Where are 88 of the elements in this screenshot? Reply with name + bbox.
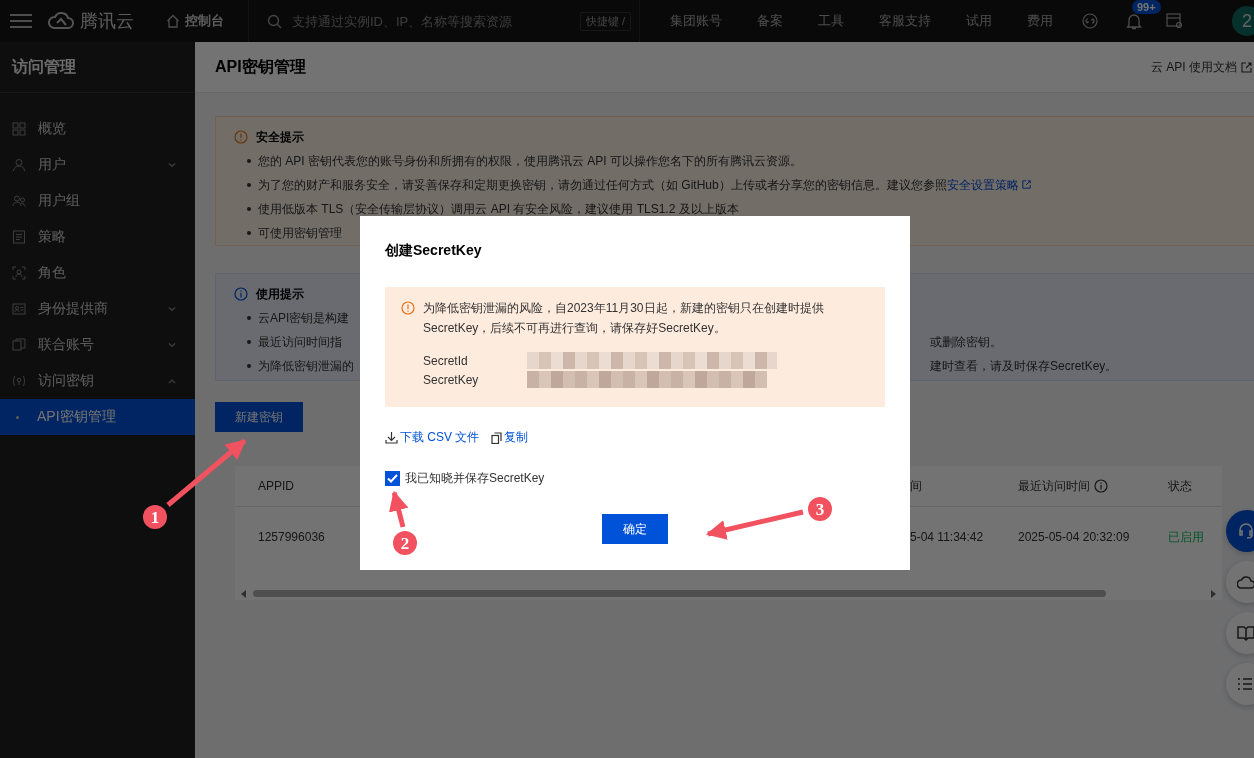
home-icon bbox=[166, 14, 180, 28]
list-icon bbox=[1237, 677, 1253, 691]
notice-text: 最近访问时间指 bbox=[258, 335, 342, 349]
chevron-down-icon bbox=[167, 304, 177, 314]
notice-text: 为降低密钥泄漏的 bbox=[258, 359, 354, 373]
download-icon bbox=[385, 431, 398, 444]
column-header: 状态 bbox=[1168, 477, 1192, 495]
sidebar-item[interactable]: 联合账号 bbox=[0, 327, 195, 363]
nav-link[interactable]: 备案 bbox=[735, 12, 796, 30]
search-icon bbox=[267, 13, 282, 29]
column-header: 最近访问时间 bbox=[1018, 477, 1090, 495]
console-link[interactable]: 控制台 bbox=[162, 12, 228, 30]
cloud-logo-icon bbox=[48, 12, 74, 30]
sidebar-item[interactable]: 身份提供商 bbox=[0, 291, 195, 327]
scrollbar-thumb[interactable] bbox=[253, 590, 1106, 597]
notice-text: 或删除密钥。 bbox=[930, 334, 1002, 351]
help-icon bbox=[1094, 479, 1108, 493]
role-icon bbox=[12, 266, 26, 280]
grid-icon bbox=[12, 122, 26, 136]
users-icon bbox=[12, 194, 26, 208]
page-title: API密钥管理 bbox=[215, 56, 307, 77]
step-marker: 3 bbox=[808, 497, 832, 521]
notice-title: 使用提示 bbox=[256, 285, 304, 303]
dialog-title: 创建SecretKey bbox=[385, 242, 483, 260]
table-cell: 5-04 11:34:42 bbox=[910, 530, 984, 544]
table-cell: 已启用 bbox=[1168, 528, 1204, 546]
notice-text: 可使用密钥管理 bbox=[258, 225, 342, 242]
nav-link[interactable]: 工具 bbox=[796, 12, 857, 30]
field-label: SecretId bbox=[423, 353, 469, 368]
sidebar-item[interactable]: 用户 bbox=[0, 147, 195, 183]
confirm-button[interactable]: 确定 bbox=[602, 514, 668, 544]
sidebar-item[interactable]: 角色 bbox=[0, 255, 195, 291]
id-card-icon bbox=[12, 302, 26, 316]
brand-name[interactable]: 腾讯云 bbox=[80, 9, 134, 33]
nav-link[interactable]: 试用 bbox=[944, 12, 1005, 30]
nav-link[interactable]: 费用 bbox=[1005, 12, 1066, 30]
step-marker: 1 bbox=[143, 505, 167, 529]
download-link[interactable]: 下载 CSV 文件 bbox=[385, 429, 480, 446]
notice-text: 建时查看，请及时保存SecretKey。 bbox=[930, 358, 1118, 375]
notice-text: 为了您的财产和服务安全，请妥善保存和定期更换密钥，请勿通过任何方式（如 GitHub）上传或者分享您的密钥信息。建议您参照安全设置策略 bbox=[258, 173, 1032, 197]
scroll-left-icon[interactable] bbox=[241, 589, 247, 598]
nav-link[interactable]: 客服支持 bbox=[857, 12, 944, 30]
external-link-icon bbox=[1022, 180, 1032, 189]
field-label: SecretKey bbox=[423, 372, 480, 387]
security-policy-link[interactable]: 安全设置策略 bbox=[946, 178, 1032, 192]
checkbox-label[interactable]: 我已知晓并保存SecretKey bbox=[405, 470, 545, 487]
key-icon bbox=[12, 374, 26, 388]
copy-link[interactable]: 复制 bbox=[491, 429, 529, 446]
step-marker: 2 bbox=[393, 531, 417, 555]
account-icon bbox=[12, 338, 26, 352]
sidebar-item[interactable]: 概览 bbox=[0, 111, 195, 147]
column-header: APPID bbox=[258, 479, 294, 493]
api-docs-link[interactable]: 云 API 使用文档 bbox=[1151, 58, 1252, 76]
table-cell: 1257996036 bbox=[258, 530, 325, 544]
chevron-down-icon bbox=[167, 160, 177, 170]
new-key-button[interactable]: 新建密钥 bbox=[215, 402, 303, 432]
info-icon bbox=[234, 287, 248, 301]
callout-arrow bbox=[389, 490, 409, 528]
sidebar-item[interactable]: API密钥管理 bbox=[0, 399, 195, 435]
cloud-icon bbox=[1237, 574, 1254, 590]
scroll-right-icon[interactable] bbox=[1210, 589, 1216, 598]
column-header: 间 bbox=[910, 477, 922, 495]
external-link-icon bbox=[1241, 61, 1252, 73]
chevron-down-icon bbox=[167, 340, 177, 350]
bell-icon[interactable] bbox=[1126, 12, 1142, 30]
table-cell: 2025-05-04 20:32:09 bbox=[1018, 530, 1130, 544]
user-icon bbox=[12, 158, 26, 172]
notice-title: 安全提示 bbox=[256, 128, 304, 146]
notification-badge: 99+ bbox=[1132, 0, 1161, 14]
book-icon bbox=[1237, 625, 1254, 641]
document-icon bbox=[12, 230, 26, 244]
warning-icon bbox=[234, 130, 248, 144]
headset-icon bbox=[1237, 522, 1254, 540]
warning-icon bbox=[401, 301, 415, 315]
notice-text: 使用低版本 TLS（安全传输层协议）调用云 API 有安全风险，建议使用 TLS1.2 及以上版本 bbox=[258, 201, 739, 218]
notice-text: 您的 API 密钥代表您的账号身份和所拥有的权限，使用腾讯云 API 可以操作您名下的所有腾讯云资源。 bbox=[258, 153, 803, 170]
user-avatar[interactable]: 2 bbox=[1232, 6, 1254, 36]
sidebar-item[interactable]: 策略 bbox=[0, 219, 195, 255]
sidebar-item[interactable]: 用户组 bbox=[0, 183, 195, 219]
menu-icon[interactable] bbox=[10, 13, 32, 29]
copy-icon bbox=[491, 431, 503, 444]
settings-panel-icon[interactable] bbox=[1166, 13, 1183, 29]
nav-link[interactable]: 集团账号 bbox=[648, 12, 735, 30]
mini-program-icon[interactable] bbox=[1082, 13, 1098, 29]
sidebar-item[interactable]: 访问密钥 bbox=[0, 363, 195, 399]
notice-text: 云API密钥是构建 bbox=[258, 311, 350, 325]
checkbox[interactable] bbox=[385, 471, 400, 486]
warning-text: 为降低密钥泄漏的风险，自2023年11月30日起，新建的密钥只在创建时提供SecretKey，后续不可再进行查询，请保存好SecretKey。 bbox=[423, 300, 825, 337]
